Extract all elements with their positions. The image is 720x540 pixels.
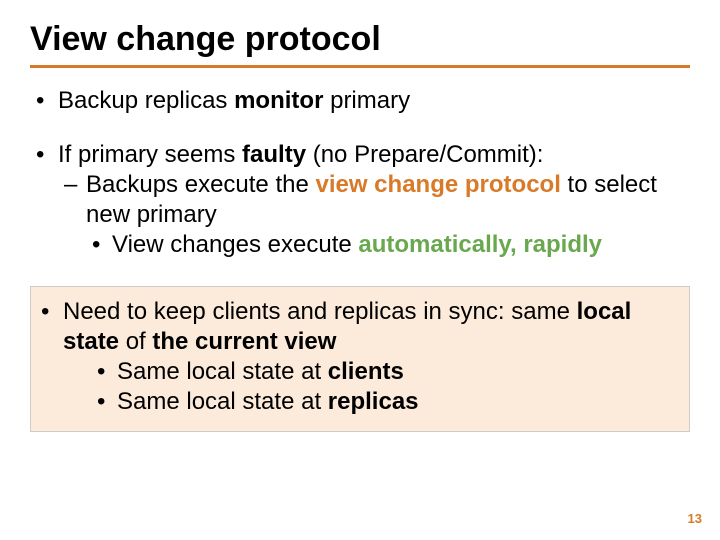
bullet-faulty: If primary seems faulty (no Prepare/Comm… (30, 140, 690, 170)
text: If primary seems (58, 141, 242, 168)
text: primary (323, 87, 410, 114)
text: View changes execute (112, 231, 358, 258)
text-bold: replicas (328, 388, 419, 415)
text: Same local state at (117, 388, 328, 415)
bullet-sync: Need to keep clients and replicas in syn… (35, 297, 685, 357)
text-bold: faulty (242, 141, 306, 168)
text-bold-green: automatically, rapidly (358, 231, 602, 258)
text-bold: monitor (234, 87, 323, 114)
text: (no Prepare/Commit): (306, 141, 543, 168)
page-number: 13 (688, 511, 702, 526)
bullet-monitor: Backup replicas monitor primary (30, 86, 690, 116)
text-bold: the current view (152, 328, 336, 355)
text: Need to keep clients and replicas in syn… (63, 298, 577, 325)
highlight-box: Need to keep clients and replicas in syn… (30, 286, 690, 432)
text: Same local state at (117, 358, 328, 385)
slide-body: Backup replicas monitor primary If prima… (30, 86, 690, 432)
text-bold: clients (328, 358, 404, 385)
text-bold-orange: view change protocol (315, 171, 560, 198)
bullet-view-change: Backups execute the view change protocol… (30, 170, 690, 230)
text: Backups execute the (86, 171, 315, 198)
bullet-replicas: Same local state at replicas (35, 387, 685, 417)
slide-title: View change protocol (30, 20, 690, 68)
bullet-clients: Same local state at clients (35, 357, 685, 387)
slide: View change protocol Backup replicas mon… (0, 0, 720, 540)
bullet-auto-rapid: View changes execute automatically, rapi… (30, 230, 690, 260)
text: Backup replicas (58, 87, 234, 114)
text: of (119, 328, 152, 355)
